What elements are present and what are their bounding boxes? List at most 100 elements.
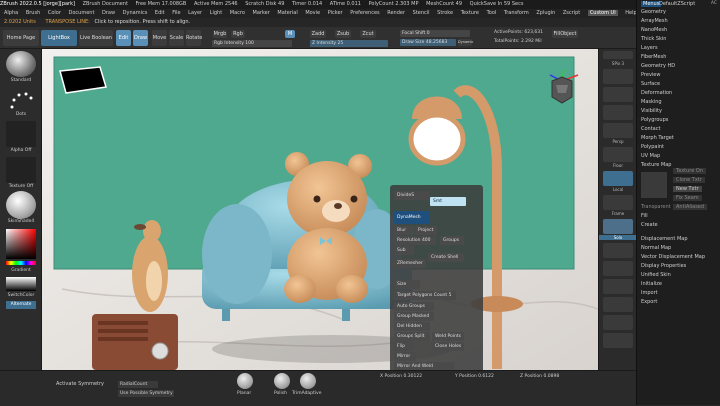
live-boolean-button[interactable]: Live Boolean bbox=[79, 30, 113, 46]
menu-document[interactable]: Document bbox=[69, 10, 95, 16]
mrgb-button[interactable]: Mrgb bbox=[213, 30, 227, 38]
move-button[interactable]: Move bbox=[152, 30, 167, 46]
move-icon[interactable] bbox=[603, 219, 633, 234]
menu-morph-target[interactable]: Morph Target bbox=[641, 135, 674, 141]
focal-shift-slider[interactable]: Focal Shift 0 bbox=[400, 30, 470, 37]
fill-object-button[interactable]: FillObject bbox=[552, 30, 578, 38]
divide-button[interactable]: DivideS bbox=[394, 191, 430, 200]
menu-deformation[interactable]: Deformation bbox=[641, 90, 672, 96]
create-shell-button[interactable]: Create Shell bbox=[428, 253, 464, 262]
trim-adaptive-brush-icon[interactable] bbox=[300, 373, 316, 389]
standard-brush-icon[interactable] bbox=[6, 51, 36, 77]
menu-layer[interactable]: Layer bbox=[188, 10, 202, 16]
zadd-button[interactable]: Zadd bbox=[310, 30, 326, 38]
menu-zplugin[interactable]: Zplugin bbox=[536, 10, 555, 16]
flip-button[interactable]: Flip bbox=[394, 342, 414, 351]
texture-thumbnail-icon[interactable] bbox=[6, 157, 36, 183]
dots-stroke-icon[interactable] bbox=[6, 87, 36, 113]
planar-brush-icon[interactable] bbox=[237, 373, 253, 389]
menu-draw[interactable]: Draw bbox=[102, 10, 115, 16]
menu-nanomesh[interactable]: NanoMesh bbox=[641, 27, 667, 33]
target-polygons-slider[interactable]: Target Polygons Count 5 bbox=[394, 291, 456, 300]
draw-size-slider[interactable]: Draw Size 48.25683 bbox=[400, 39, 456, 46]
mirror-button[interactable]: Mirror bbox=[394, 352, 416, 361]
spix-label[interactable]: SPix 3 bbox=[599, 61, 637, 66]
bpr-button-icon[interactable] bbox=[603, 51, 633, 59]
menu-dynamics[interactable]: Dynamics bbox=[123, 10, 148, 16]
menu-arraymesh[interactable]: ArrayMesh bbox=[641, 18, 668, 24]
dynamesh-button[interactable]: DynaMesh bbox=[394, 211, 430, 224]
edit-button[interactable]: Edit bbox=[116, 30, 131, 46]
gradient-swatch[interactable] bbox=[6, 277, 36, 291]
fill-button[interactable]: Fill bbox=[641, 213, 648, 219]
menu-edit[interactable]: Edit bbox=[155, 10, 165, 16]
menu-geometry-hd[interactable]: Geometry HD bbox=[641, 63, 675, 69]
local-icon[interactable] bbox=[603, 171, 633, 186]
draw-button[interactable]: Draw bbox=[133, 30, 148, 46]
blur-button[interactable]: Blur bbox=[394, 226, 414, 235]
new-txtr-button[interactable]: New Txtr bbox=[673, 186, 702, 192]
persp-label[interactable]: Persp bbox=[599, 139, 637, 144]
menu-alpha[interactable]: Alpha bbox=[4, 10, 18, 16]
menu-display-properties[interactable]: Display Properties bbox=[641, 263, 686, 269]
menu-displacement-map[interactable]: Displacement Map bbox=[641, 236, 688, 242]
frame-icon[interactable] bbox=[603, 195, 633, 210]
menu-tool[interactable]: Tool bbox=[487, 10, 497, 16]
menu-preferences[interactable]: Preferences bbox=[350, 10, 379, 16]
menu-custom-ui[interactable]: Custom UI bbox=[587, 10, 618, 16]
menu-fibermesh[interactable]: FiberMesh bbox=[641, 54, 666, 60]
zcut-button[interactable]: Zcut bbox=[360, 30, 376, 38]
solo-label[interactable]: Solo bbox=[599, 235, 637, 240]
texture-on-button[interactable]: Texture On bbox=[673, 168, 706, 174]
menu-surface[interactable]: Surface bbox=[641, 81, 660, 87]
rotate-button[interactable]: Rotate bbox=[186, 30, 202, 46]
rotate-icon[interactable] bbox=[603, 261, 633, 276]
menu-initialize[interactable]: Initialize bbox=[641, 281, 662, 287]
menu-macro[interactable]: Macro bbox=[230, 10, 245, 16]
menu-visibility[interactable]: Visibility bbox=[641, 108, 662, 114]
smt-button[interactable]: Smt bbox=[430, 197, 466, 206]
scale-button[interactable]: Scale bbox=[169, 30, 184, 46]
resolution-slider[interactable]: Resolution 400 bbox=[394, 236, 436, 245]
menu-polypaint[interactable]: Polypaint bbox=[641, 144, 664, 150]
material-sphere-icon[interactable] bbox=[6, 191, 36, 219]
switch-color-label[interactable]: SwitchColor bbox=[0, 293, 42, 298]
transparent-button[interactable]: Transparent bbox=[641, 204, 671, 210]
scale-icon[interactable] bbox=[603, 243, 633, 258]
create-button[interactable]: Create bbox=[641, 222, 658, 228]
zremesher-button[interactable]: ZRemesher bbox=[394, 259, 426, 268]
menu-normal-map[interactable]: Normal Map bbox=[641, 245, 671, 251]
lightbox-button[interactable]: LightBox bbox=[41, 30, 77, 46]
menu-export[interactable]: Export bbox=[641, 299, 657, 305]
local-label[interactable]: Local bbox=[599, 187, 637, 192]
menu-movie[interactable]: Movie bbox=[305, 10, 320, 16]
groups-split-button[interactable]: Groups Split bbox=[394, 332, 430, 341]
zsub-button[interactable]: Zsub bbox=[335, 30, 351, 38]
polish-brush-icon[interactable] bbox=[274, 373, 290, 389]
hue-bar[interactable] bbox=[6, 261, 36, 265]
menu-marker[interactable]: Marker bbox=[253, 10, 270, 16]
canvas-viewport[interactable] bbox=[42, 49, 598, 370]
menu-file[interactable]: File bbox=[172, 10, 180, 16]
menu-layers[interactable]: Layers bbox=[641, 45, 658, 51]
rgb-button[interactable]: Rgb bbox=[231, 30, 245, 38]
scroll-icon[interactable] bbox=[603, 69, 633, 84]
menu-help[interactable]: Help bbox=[625, 10, 636, 16]
close-holes-button[interactable]: Close Holes bbox=[432, 342, 464, 351]
menu-zscript[interactable]: Zscript bbox=[563, 10, 580, 16]
menu-thick-skin[interactable]: Thick Skin bbox=[641, 36, 666, 42]
m-button[interactable]: M bbox=[285, 30, 295, 38]
menu-polygroups[interactable]: Polygroups bbox=[641, 117, 668, 123]
dynamic-button[interactable]: Dynamic bbox=[458, 39, 473, 46]
menu-texture[interactable]: Texture bbox=[461, 10, 479, 16]
menu-uv-map[interactable]: UV Map bbox=[641, 153, 660, 159]
project-button[interactable]: Project bbox=[415, 226, 437, 235]
ghost-icon[interactable] bbox=[603, 315, 633, 330]
color-picker-icon[interactable] bbox=[6, 229, 36, 259]
floor-label[interactable]: Floor bbox=[599, 163, 637, 168]
menu-render[interactable]: Render bbox=[387, 10, 405, 16]
menu-stroke[interactable]: Stroke bbox=[437, 10, 453, 16]
menu-masking[interactable]: Masking bbox=[641, 99, 662, 105]
radial-count-slider[interactable]: RadialCount bbox=[118, 381, 158, 388]
menu-unified-skin[interactable]: Unified Skin bbox=[641, 272, 671, 278]
